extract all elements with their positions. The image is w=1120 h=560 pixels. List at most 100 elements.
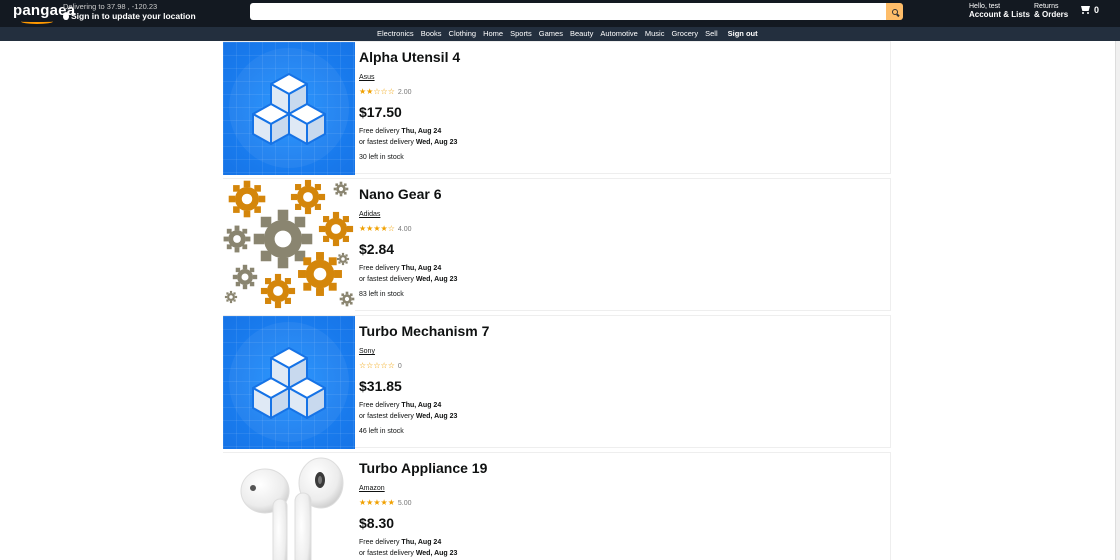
fastest-delivery-info: or fastest delivery Wed, Aug 23 <box>359 550 487 557</box>
product-info: Turbo Appliance 19 Amazon ★ ★ ★ ★ ★ 5.00 $8.… <box>359 460 487 560</box>
returns-label: Returns <box>1034 3 1059 10</box>
stock-status: 83 left in stock <box>359 291 404 298</box>
search-button[interactable] <box>886 3 903 20</box>
cart-icon <box>1079 5 1091 15</box>
product-rating: ★ ★ ★ ★ ★ 5.00 <box>359 499 487 507</box>
star-filled-icon: ★ <box>373 224 381 233</box>
product-title[interactable]: Turbo Mechanism 7 <box>359 323 489 339</box>
fastest-delivery-info: or fastest delivery Wed, Aug 23 <box>359 139 460 146</box>
fastest-delivery-label: or fastest delivery <box>359 550 414 557</box>
search-input[interactable] <box>250 3 886 20</box>
star-empty-icon: ☆ <box>387 361 395 370</box>
product-card[interactable]: Turbo Mechanism 7 Sony ☆ ☆ ☆ ☆ ☆ 0 $31.85 Fr… <box>223 315 891 449</box>
free-delivery-date: Thu, Aug 24 <box>401 539 442 546</box>
cart-button[interactable]: 0 <box>1079 5 1099 15</box>
star-empty-icon: ☆ <box>373 361 381 370</box>
product-card[interactable]: Turbo Appliance 19 Amazon ★ ★ ★ ★ ★ 5.00 $8.… <box>223 452 891 560</box>
nav-item-home[interactable]: Home <box>483 29 503 38</box>
free-delivery-date: Thu, Aug 24 <box>401 128 442 135</box>
product-info: Alpha Utensil 4 Asus ★ ★ ☆ ☆ ☆ 2.00 $17.50 F… <box>359 49 460 161</box>
nav-item-grocery[interactable]: Grocery <box>671 29 698 38</box>
nav-item-beauty[interactable]: Beauty <box>570 29 593 38</box>
delivery-location-line2: Sign in to update your location <box>63 11 196 21</box>
nav-item-electronics[interactable]: Electronics <box>377 29 414 38</box>
product-price: $8.30 <box>359 515 395 531</box>
free-delivery-info: Free delivery Thu, Aug 24 <box>359 539 487 546</box>
fastest-delivery-info: or fastest delivery Wed, Aug 23 <box>359 413 489 420</box>
product-image-earbuds-icon[interactable] <box>223 453 355 560</box>
product-image-cubes-icon[interactable] <box>223 316 355 449</box>
fastest-delivery-date: Wed, Aug 23 <box>415 413 458 420</box>
star-empty-icon: ☆ <box>373 87 381 96</box>
logo-smile-icon <box>21 19 53 24</box>
nav-item-sports[interactable]: Sports <box>510 29 532 38</box>
free-delivery-info: Free delivery Thu, Aug 24 <box>359 265 457 272</box>
sign-in-location-text: Sign in to update your location <box>71 11 196 21</box>
product-title[interactable]: Turbo Appliance 19 <box>359 460 487 476</box>
top-navigation-bar: pangaea Delivering to 37.98 , -120.23 Si… <box>0 0 1120 27</box>
account-lists-label: Account & Lists <box>969 10 1030 19</box>
stock-status: 30 left in stock <box>359 154 404 161</box>
product-image-gears-icon[interactable] <box>223 179 355 312</box>
fastest-delivery-date: Wed, Aug 23 <box>415 276 458 283</box>
stock-status: 46 left in stock <box>359 428 404 435</box>
product-info: Nano Gear 6 Adidas ★ ★ ★ ★ ☆ 4.00 $2.84 Free… <box>359 186 457 298</box>
product-price: $2.84 <box>359 241 395 257</box>
location-pin-icon <box>63 12 69 20</box>
rating-value: 2.00 <box>397 88 412 96</box>
star-filled-icon: ★ <box>366 224 374 233</box>
product-rating: ★ ★ ☆ ☆ ☆ 2.00 <box>359 88 460 96</box>
star-filled-icon: ★ <box>380 224 388 233</box>
nav-item-music[interactable]: Music <box>645 29 665 38</box>
rating-stars: ★ ★ ★ ★ ★ <box>359 499 395 507</box>
free-delivery-label: Free delivery <box>359 539 400 546</box>
star-filled-icon: ★ <box>373 498 381 507</box>
category-navigation: Electronics Books Clothing Home Sports Games B… <box>0 27 1120 41</box>
delivery-location[interactable]: Delivering to 37.98 , -120.23 Sign in to… <box>63 2 196 21</box>
free-delivery-info: Free delivery Thu, Aug 24 <box>359 128 460 135</box>
star-empty-icon: ☆ <box>366 361 374 370</box>
product-card[interactable]: Alpha Utensil 4 Asus ★ ★ ☆ ☆ ☆ 2.00 $17.50 F… <box>223 41 891 175</box>
free-delivery-label: Free delivery <box>359 402 400 409</box>
product-brand-link[interactable]: Asus <box>359 74 460 81</box>
product-brand-link[interactable]: Sony <box>359 348 489 355</box>
returns-and-orders[interactable]: Returns & Orders <box>1034 3 1068 19</box>
star-filled-icon: ★ <box>359 224 367 233</box>
page-scrollbar[interactable] <box>1115 41 1120 560</box>
product-title[interactable]: Nano Gear 6 <box>359 186 457 202</box>
star-filled-icon: ★ <box>380 498 388 507</box>
sign-out-link[interactable]: Sign out <box>728 29 758 38</box>
product-brand-link[interactable]: Adidas <box>359 211 457 218</box>
product-card[interactable]: Nano Gear 6 Adidas ★ ★ ★ ★ ☆ 4.00 $2.84 Free… <box>223 178 891 312</box>
rating-stars: ★ ★ ☆ ☆ ☆ <box>359 88 395 96</box>
delivery-location-line1: Delivering to 37.98 , -120.23 <box>63 2 158 11</box>
cart-count: 0 <box>1094 5 1100 15</box>
nav-item-sell[interactable]: Sell <box>705 29 718 38</box>
product-price: $17.50 <box>359 104 402 120</box>
nav-item-games[interactable]: Games <box>539 29 563 38</box>
fastest-delivery-date: Wed, Aug 23 <box>415 139 458 146</box>
star-empty-icon: ☆ <box>380 87 388 96</box>
product-rating: ☆ ☆ ☆ ☆ ☆ 0 <box>359 362 489 370</box>
rating-value: 5.00 <box>397 499 412 507</box>
rating-stars: ★ ★ ★ ★ ☆ <box>359 225 395 233</box>
star-filled-icon: ★ <box>359 87 367 96</box>
product-image-cubes-icon[interactable] <box>223 42 355 175</box>
product-info: Turbo Mechanism 7 Sony ☆ ☆ ☆ ☆ ☆ 0 $31.85 Fr… <box>359 323 489 435</box>
nav-item-automotive[interactable]: Automotive <box>600 29 638 38</box>
fastest-delivery-label: or fastest delivery <box>359 413 414 420</box>
free-delivery-date: Thu, Aug 24 <box>401 265 442 272</box>
product-brand-link[interactable]: Amazon <box>359 485 487 492</box>
nav-item-books[interactable]: Books <box>421 29 442 38</box>
rating-value: 0 <box>397 362 402 370</box>
fastest-delivery-info: or fastest delivery Wed, Aug 23 <box>359 276 457 283</box>
star-filled-icon: ★ <box>359 498 367 507</box>
free-delivery-info: Free delivery Thu, Aug 24 <box>359 402 489 409</box>
fastest-delivery-label: or fastest delivery <box>359 139 414 146</box>
product-title[interactable]: Alpha Utensil 4 <box>359 49 460 65</box>
free-delivery-date: Thu, Aug 24 <box>401 402 442 409</box>
rating-stars: ☆ ☆ ☆ ☆ ☆ <box>359 362 395 370</box>
fastest-delivery-label: or fastest delivery <box>359 276 414 283</box>
account-and-lists[interactable]: Hello, test Account & Lists <box>969 3 1030 19</box>
nav-item-clothing[interactable]: Clothing <box>449 29 477 38</box>
